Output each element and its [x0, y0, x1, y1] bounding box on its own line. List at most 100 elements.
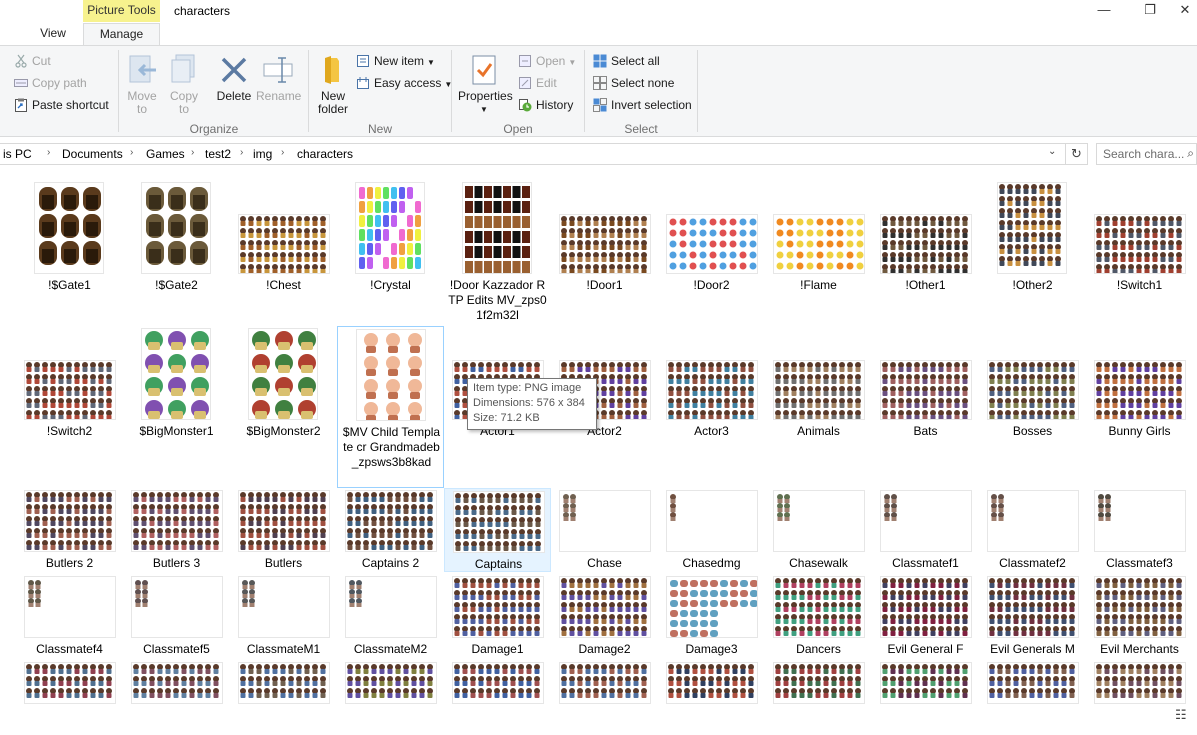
file-tile[interactable] [658, 660, 765, 735]
file-tile[interactable]: !$Gate1 [16, 180, 123, 296]
file-tile[interactable]: Captains 2 [337, 488, 444, 572]
file-tile[interactable]: Chase [551, 488, 658, 572]
tab-view[interactable]: View [28, 23, 78, 45]
file-tile[interactable]: Evil General F [872, 574, 979, 658]
file-tile[interactable]: !Other2 [979, 180, 1086, 296]
file-tile[interactable]: $BigMonster1 [123, 326, 230, 442]
file-tile[interactable]: !Switch2 [16, 326, 123, 442]
sprite-sheet-preview [1097, 494, 1111, 521]
file-tile[interactable] [230, 660, 337, 735]
minimize-button[interactable]: — [1081, 0, 1127, 22]
easy-access-button[interactable]: Easy access ▼ [356, 73, 452, 93]
chevron-down-icon[interactable]: ⌄ [1048, 146, 1056, 157]
file-tile[interactable]: $BigMonster2 [230, 326, 337, 442]
file-name: Classmatef4 [36, 642, 103, 656]
file-tile[interactable]: Actor3 [658, 326, 765, 442]
breadcrumb-characters[interactable]: characters [297, 147, 353, 161]
file-tile[interactable]: !$Gate2 [123, 180, 230, 296]
file-tile[interactable]: Chasewalk [765, 488, 872, 572]
file-tile[interactable]: !Switch1 [1086, 180, 1193, 296]
open-button[interactable]: Open ▼ [518, 51, 576, 71]
file-name: $BigMonster1 [139, 424, 214, 438]
address-bar[interactable]: is PC › Documents › Games › test2 › img … [0, 143, 1088, 165]
file-tile[interactable]: Butlers 3 [123, 488, 230, 572]
file-tile[interactable]: Classmatef5 [123, 574, 230, 658]
file-tile[interactable]: Butlers 2 [16, 488, 123, 572]
history-button[interactable]: History [518, 95, 573, 115]
search-input[interactable]: Search chara... ⌕ [1096, 143, 1197, 165]
file-tile[interactable]: Chasedmg [658, 488, 765, 572]
invert-selection-button[interactable]: Invert selection [593, 95, 692, 115]
select-none-button[interactable]: Select none [593, 73, 674, 93]
file-tile[interactable] [765, 660, 872, 735]
file-tile[interactable] [123, 660, 230, 735]
tab-manage[interactable]: Manage [83, 23, 160, 45]
file-tile[interactable]: Damage1 [444, 574, 551, 658]
file-tile[interactable]: !Chest [230, 180, 337, 296]
history-icon [518, 98, 532, 112]
file-tile[interactable]: !Flame [765, 180, 872, 296]
file-tile[interactable]: $MV Child Template cr Grandmadeb_zpsws3b… [337, 326, 444, 488]
file-tile[interactable]: Evil Generals M [979, 574, 1086, 658]
file-tile[interactable] [337, 660, 444, 735]
picture-tools-header: Picture Tools [83, 0, 160, 22]
file-tile[interactable]: Bunny Girls [1086, 326, 1193, 442]
file-tile[interactable]: Animals [765, 326, 872, 442]
copy-path-button[interactable]: Copy path [14, 73, 87, 93]
copy-to-icon [168, 54, 200, 86]
delete-button[interactable]: Delete [215, 54, 253, 103]
sprite-sheet-preview [239, 664, 326, 698]
file-tile[interactable] [444, 660, 551, 735]
file-tile[interactable]: !Other1 [872, 180, 979, 296]
file-tile[interactable]: Classmatef1 [872, 488, 979, 572]
rename-button[interactable]: Rename [256, 54, 301, 103]
new-item-button[interactable]: New item ▼ [356, 51, 435, 71]
maximize-button[interactable]: ❐ [1127, 0, 1173, 22]
file-tile[interactable] [1086, 660, 1193, 735]
file-tile[interactable]: Butlers [230, 488, 337, 572]
refresh-icon[interactable]: ↻ [1065, 144, 1087, 164]
file-tile[interactable]: !Door1 [551, 180, 658, 296]
copy-to-button[interactable]: Copy to [168, 54, 200, 116]
file-tile[interactable]: Dancers [765, 574, 872, 658]
file-tile[interactable] [979, 660, 1086, 735]
file-name: Evil Generals M [990, 642, 1075, 656]
file-thumbnail [23, 360, 116, 420]
file-tile[interactable] [551, 660, 658, 735]
file-tile[interactable]: Bats [872, 326, 979, 442]
breadcrumb-img[interactable]: img [253, 147, 272, 161]
paste-shortcut-button[interactable]: Paste shortcut [14, 95, 109, 115]
breadcrumb-this-pc[interactable]: is PC [3, 147, 32, 161]
file-tile[interactable]: Bosses [979, 326, 1086, 442]
file-tile[interactable]: Damage2 [551, 574, 658, 658]
cut-button[interactable]: Cut [14, 51, 51, 71]
breadcrumb-test2[interactable]: test2 [205, 147, 231, 161]
file-tile[interactable]: Classmatef2 [979, 488, 1086, 572]
search-icon: ⌕ [1187, 146, 1194, 160]
file-tile[interactable]: Damage3 [658, 574, 765, 658]
file-tile[interactable]: ClassmateM2 [337, 574, 444, 658]
breadcrumb-documents[interactable]: Documents [62, 147, 123, 161]
file-tile[interactable]: Classmatef4 [16, 574, 123, 658]
breadcrumb-games[interactable]: Games [146, 147, 185, 161]
file-tile[interactable]: Classmatef3 [1086, 488, 1193, 572]
file-tile[interactable]: !Door2 [658, 180, 765, 296]
file-thumbnail [141, 182, 211, 274]
file-tile[interactable]: Captains [444, 488, 551, 572]
move-to-button[interactable]: Move to [126, 54, 158, 116]
file-tile[interactable]: !Door Kazzador RTP Edits MV_zps01f2m32l [444, 180, 551, 330]
file-tile[interactable]: Evil Merchants [1086, 574, 1193, 658]
sprite-sheet-preview [27, 580, 41, 607]
edit-button[interactable]: Edit [518, 73, 557, 93]
select-all-button[interactable]: Select all [593, 51, 660, 71]
details-view-icon[interactable]: ☷ [1175, 707, 1187, 723]
file-tile[interactable]: !Crystal [337, 180, 444, 296]
file-tile[interactable] [16, 660, 123, 735]
ribbon-tabs: View Manage [0, 23, 1197, 45]
close-button[interactable]: ✕ [1173, 0, 1197, 22]
file-thumbnail [248, 328, 318, 420]
file-tile[interactable] [872, 660, 979, 735]
new-folder-button[interactable]: New folder [314, 54, 352, 116]
properties-button[interactable]: Properties ▼ [458, 54, 513, 116]
file-tile[interactable]: ClassmateM1 [230, 574, 337, 658]
